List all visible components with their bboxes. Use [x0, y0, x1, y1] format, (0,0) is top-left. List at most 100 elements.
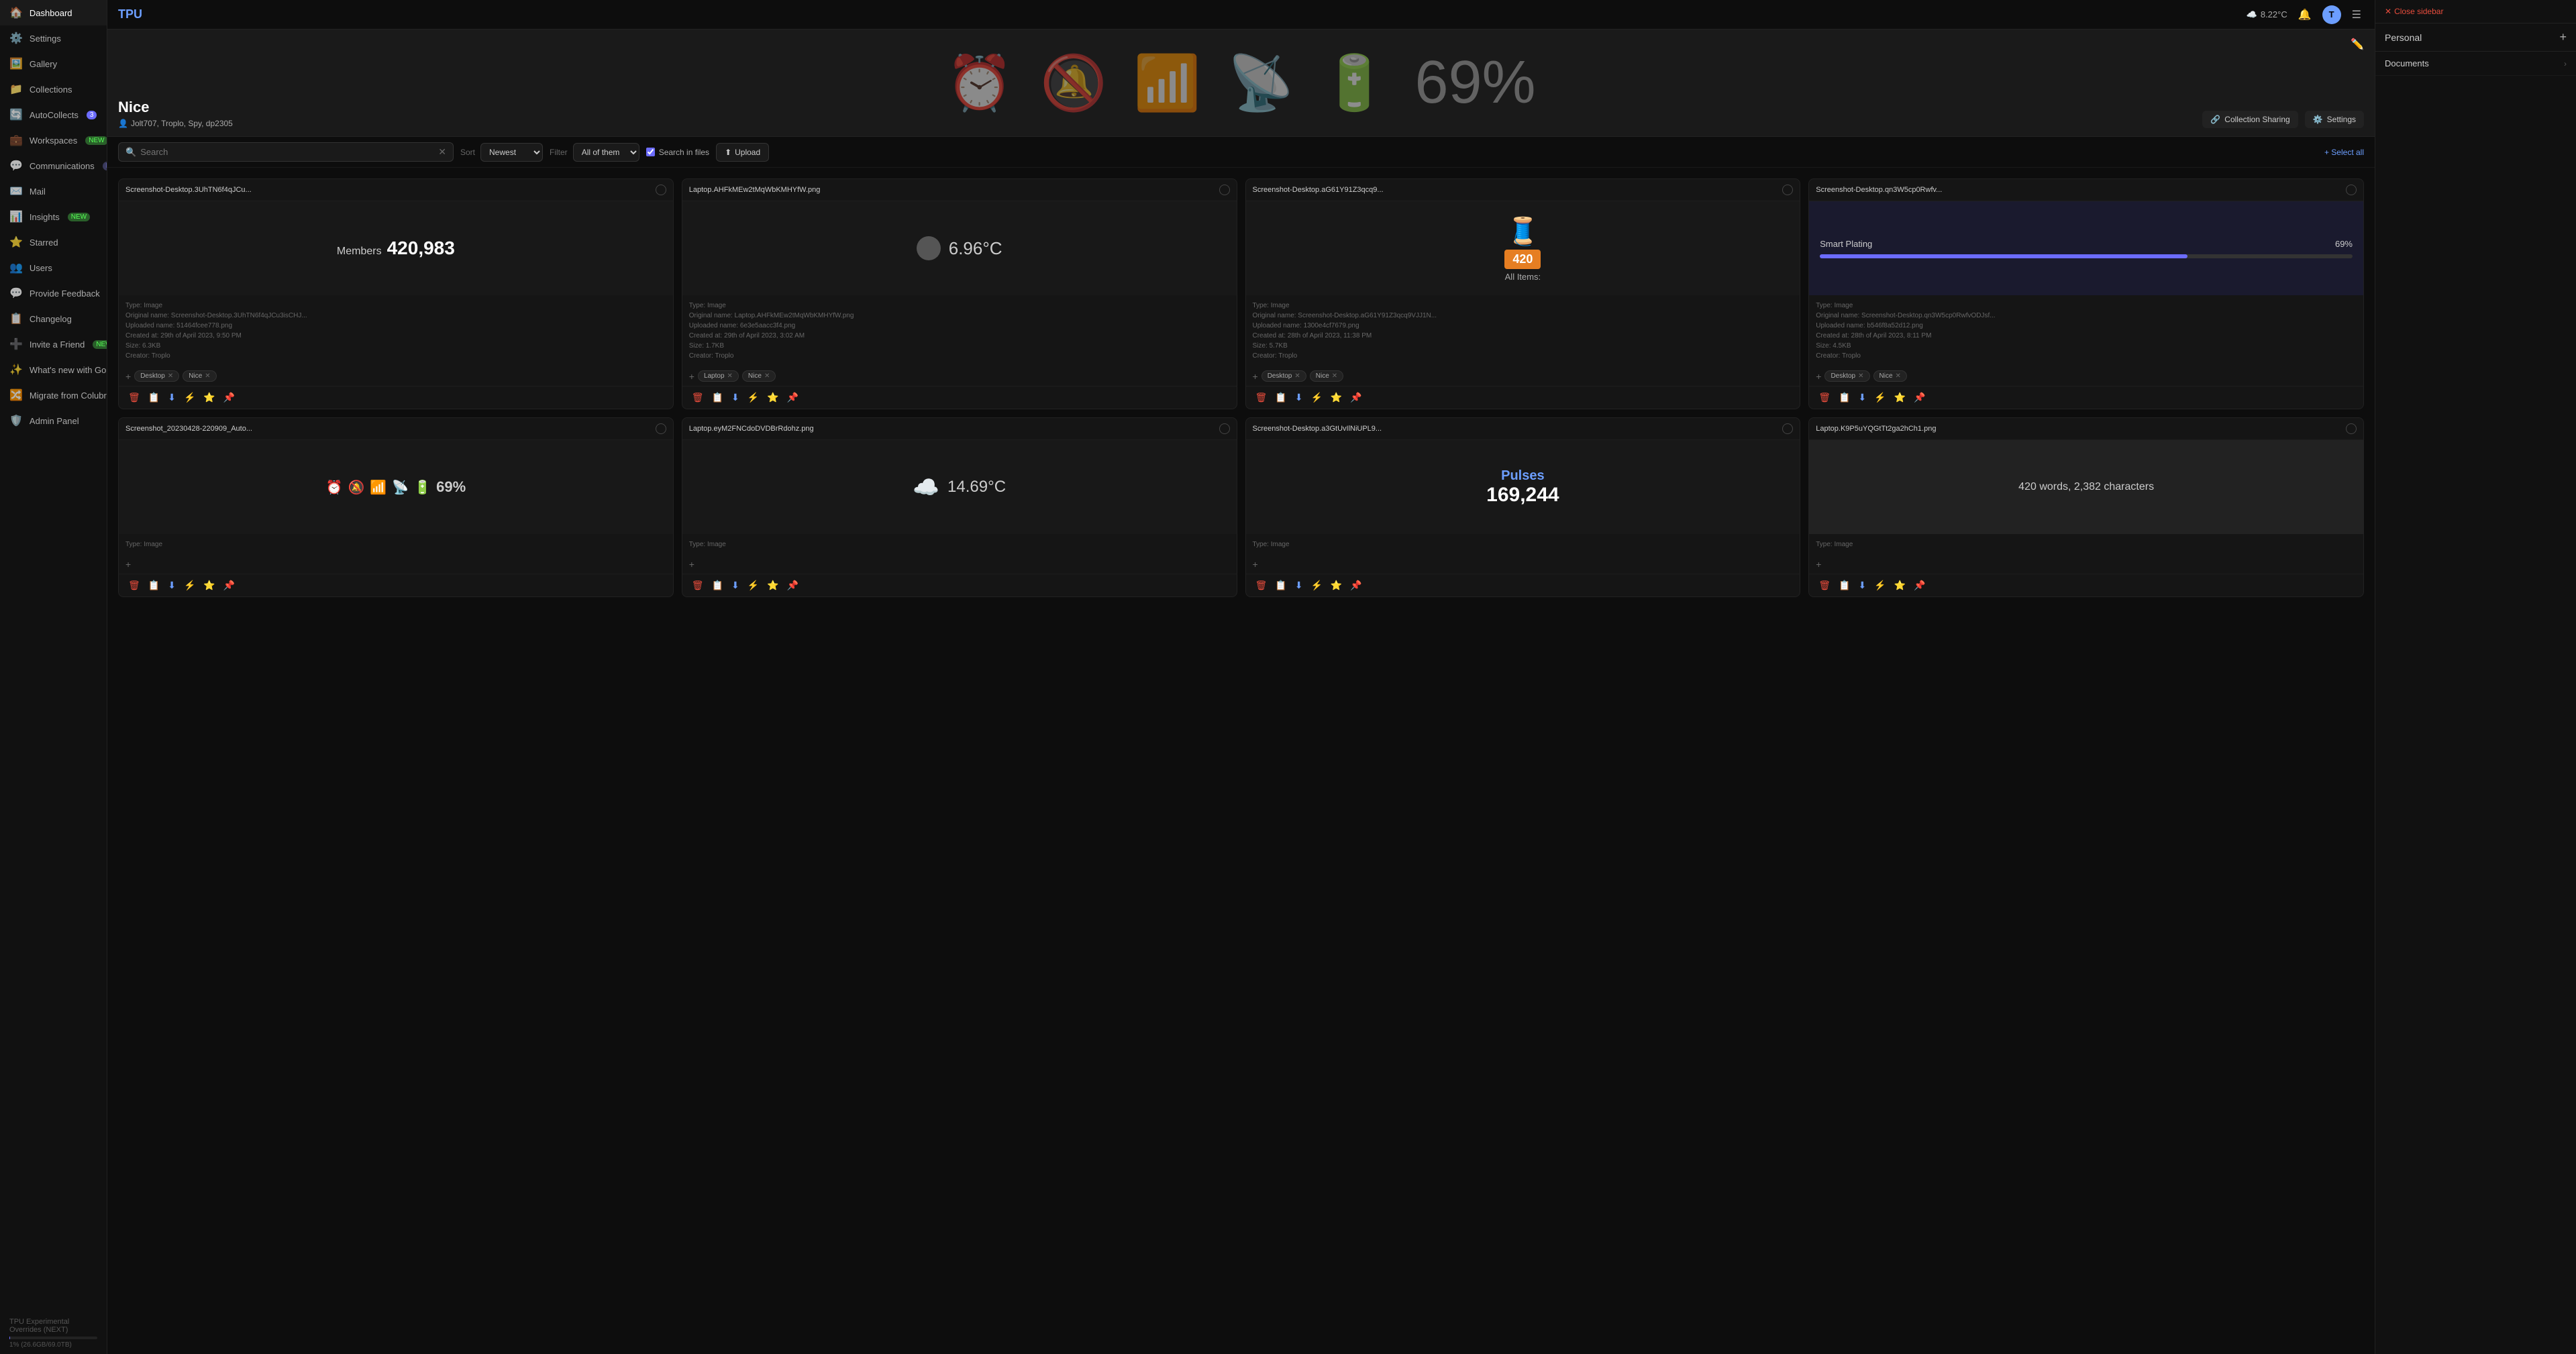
action-button-4[interactable]: ⚡ — [1871, 390, 1888, 405]
sidebar-item-mail[interactable]: ✉️ Mail — [0, 178, 107, 204]
star-button[interactable]: ⭐ — [201, 390, 217, 405]
menu-button[interactable]: ☰ — [2349, 5, 2364, 24]
delete-button[interactable]: 🗑 — [1253, 390, 1270, 405]
tag-remove-button[interactable]: ✕ — [1332, 372, 1337, 380]
download-button[interactable]: ⬇ — [1855, 578, 1869, 592]
sidebar-item-dashboard[interactable]: 🏠 Dashboard — [0, 0, 107, 25]
copy-button[interactable]: 📋 — [1836, 390, 1853, 405]
copy-button[interactable]: 📋 — [146, 578, 162, 592]
copy-button[interactable]: 📋 — [709, 390, 726, 405]
tag-remove-button[interactable]: ✕ — [1858, 372, 1863, 380]
sidebar-item-feedback[interactable]: 💬 Provide Feedback — [0, 280, 107, 306]
sidebar-item-admin[interactable]: 🛡️ Admin Panel — [0, 408, 107, 433]
action-button-4[interactable]: ⚡ — [1871, 578, 1888, 592]
delete-button[interactable]: 🗑 — [125, 578, 143, 592]
sidebar-item-whats-new[interactable]: ✨ What's new with Gold? — [0, 357, 107, 382]
download-button[interactable]: ⬇ — [1292, 578, 1306, 592]
download-button[interactable]: ⬇ — [165, 390, 178, 405]
add-tag-button[interactable]: + — [1253, 370, 1258, 382]
file-card-checkbox[interactable] — [656, 423, 666, 434]
copy-button[interactable]: 📋 — [1272, 390, 1289, 405]
action-button-4[interactable]: ⚡ — [181, 390, 198, 405]
sidebar-item-workspaces[interactable]: 💼 Workspaces NEW — [0, 127, 107, 153]
tag-remove-button[interactable]: ✕ — [1896, 372, 1901, 380]
sidebar-item-migrate[interactable]: 🔀 Migrate from Colubrina — [0, 382, 107, 408]
close-sidebar-button[interactable]: ✕ Close sidebar — [2385, 7, 2443, 16]
delete-button[interactable]: 🗑 — [689, 390, 707, 405]
file-card-checkbox[interactable] — [2346, 423, 2357, 434]
file-card-checkbox[interactable] — [656, 185, 666, 195]
star-button[interactable]: ⭐ — [1892, 578, 1908, 592]
sort-select[interactable]: Newest Oldest Name A-Z Size — [480, 143, 543, 162]
copy-button[interactable]: 📋 — [146, 390, 162, 405]
tag-remove-button[interactable]: ✕ — [727, 372, 733, 380]
pin-button[interactable]: 📌 — [221, 390, 238, 405]
sidebar-item-communications[interactable]: 💬 Communications BETA — [0, 153, 107, 178]
copy-button[interactable]: 📋 — [1836, 578, 1853, 592]
delete-button[interactable]: 🗑 — [1816, 578, 1833, 592]
right-sidebar-add-button[interactable]: + — [2559, 30, 2567, 44]
add-tag-button[interactable]: + — [1253, 559, 1258, 570]
file-card-checkbox[interactable] — [2346, 185, 2357, 195]
sidebar-item-gallery[interactable]: 🖼️ Gallery — [0, 51, 107, 76]
upload-button[interactable]: ⬆ Upload — [716, 143, 769, 162]
star-button[interactable]: ⭐ — [764, 390, 781, 405]
download-button[interactable]: ⬇ — [1292, 390, 1306, 405]
pin-button[interactable]: 📌 — [1911, 578, 1928, 592]
action-button-4[interactable]: ⚡ — [745, 578, 762, 592]
file-card-checkbox[interactable] — [1219, 423, 1230, 434]
search-clear-button[interactable]: ✕ — [438, 146, 446, 158]
pin-button[interactable]: 📌 — [1911, 390, 1928, 405]
search-input[interactable] — [140, 143, 434, 161]
sidebar-item-collections[interactable]: 📁 Collections — [0, 76, 107, 102]
action-button-4[interactable]: ⚡ — [745, 390, 762, 405]
download-button[interactable]: ⬇ — [729, 578, 742, 592]
user-avatar[interactable]: T — [2322, 5, 2341, 24]
copy-button[interactable]: 📋 — [1272, 578, 1289, 592]
add-tag-button[interactable]: + — [125, 559, 131, 570]
star-button[interactable]: ⭐ — [764, 578, 781, 592]
pin-button[interactable]: 📌 — [1347, 578, 1364, 592]
tag-remove-button[interactable]: ✕ — [1294, 372, 1300, 380]
file-card-checkbox[interactable] — [1782, 185, 1793, 195]
folder-item-documents[interactable]: Documents › — [2375, 52, 2576, 76]
sidebar-item-starred[interactable]: ⭐ Starred — [0, 229, 107, 255]
sidebar-item-autocollects[interactable]: 🔄 AutoCollects 3 — [0, 102, 107, 127]
pin-button[interactable]: 📌 — [784, 578, 801, 592]
download-button[interactable]: ⬇ — [165, 578, 178, 592]
sidebar-item-users[interactable]: 👥 Users — [0, 255, 107, 280]
add-tag-button[interactable]: + — [1816, 370, 1821, 382]
star-button[interactable]: ⭐ — [201, 578, 217, 592]
search-in-files-checkbox[interactable] — [646, 148, 655, 156]
pin-button[interactable]: 📌 — [784, 390, 801, 405]
pin-button[interactable]: 📌 — [221, 578, 238, 592]
edit-collection-button[interactable]: ✏️ — [2351, 38, 2364, 51]
filter-select[interactable]: All of them Images Videos Documents — [573, 143, 639, 162]
delete-button[interactable]: 🗑 — [1816, 390, 1833, 405]
star-button[interactable]: ⭐ — [1328, 390, 1345, 405]
action-button-4[interactable]: ⚡ — [1308, 578, 1325, 592]
star-button[interactable]: ⭐ — [1892, 390, 1908, 405]
collection-sharing-button[interactable]: 🔗 Collection Sharing — [2202, 111, 2298, 128]
add-tag-button[interactable]: + — [689, 370, 694, 382]
delete-button[interactable]: 🗑 — [689, 578, 707, 592]
action-button-4[interactable]: ⚡ — [181, 578, 198, 592]
file-card-checkbox[interactable] — [1219, 185, 1230, 195]
delete-button[interactable]: 🗑 — [125, 390, 143, 405]
collection-settings-button[interactable]: ⚙️ Settings — [2305, 111, 2364, 128]
add-tag-button[interactable]: + — [125, 370, 131, 382]
sidebar-item-changelog[interactable]: 📋 Changelog — [0, 306, 107, 331]
pin-button[interactable]: 📌 — [1347, 390, 1364, 405]
add-tag-button[interactable]: + — [689, 559, 694, 570]
add-tag-button[interactable]: + — [1816, 559, 1821, 570]
file-card-checkbox[interactable] — [1782, 423, 1793, 434]
select-all-button[interactable]: + Select all — [2324, 148, 2364, 157]
tag-remove-button[interactable]: ✕ — [764, 372, 770, 380]
star-button[interactable]: ⭐ — [1328, 578, 1345, 592]
sidebar-item-settings[interactable]: ⚙️ Settings — [0, 25, 107, 51]
tag-remove-button[interactable]: ✕ — [205, 372, 210, 380]
notification-bell-button[interactable]: 🔔 — [2296, 5, 2314, 24]
action-button-4[interactable]: ⚡ — [1308, 390, 1325, 405]
download-button[interactable]: ⬇ — [1855, 390, 1869, 405]
download-button[interactable]: ⬇ — [729, 390, 742, 405]
